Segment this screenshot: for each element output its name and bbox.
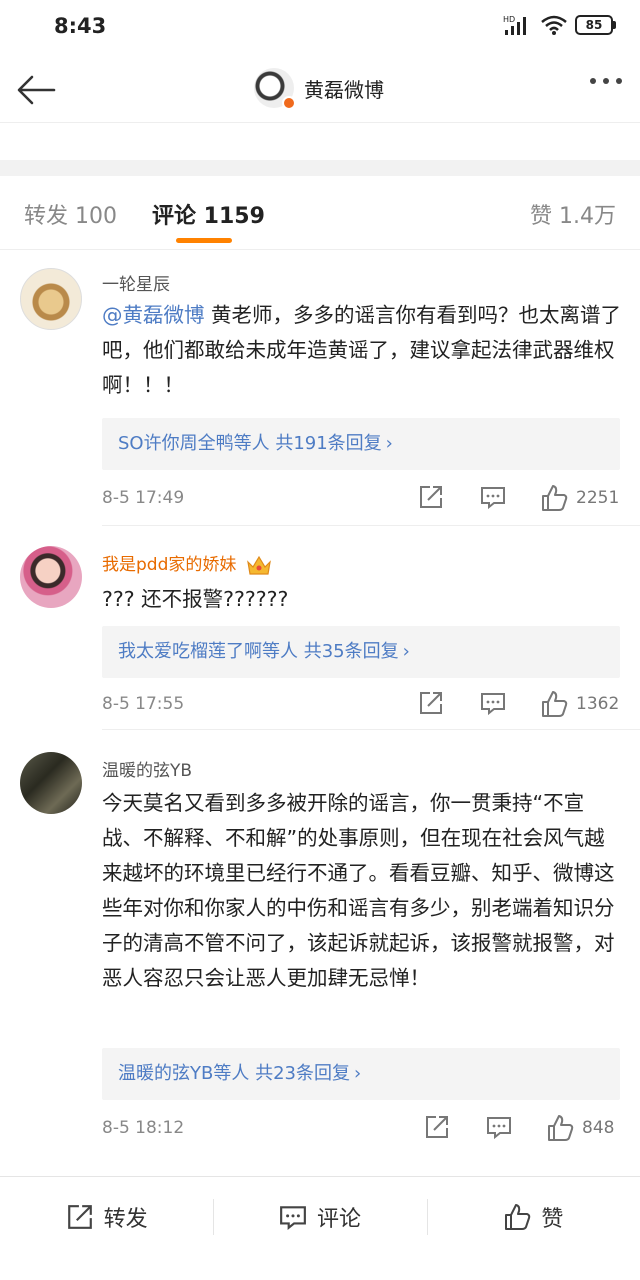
status-icons: HD 85 [503,14,616,36]
header-account[interactable]: 黄磊微博 [254,68,384,110]
comment-item: 一轮星辰 @黄磊微博 黄老师，多多的谣言你有看到吗？也太离谱了吧，他们都敢给未成… [0,250,640,526]
comment-text: 今天莫名又看到多多被开除的谣言，你一贯秉持“不宣战、不解释、不和解”的处事原则，… [102,791,615,990]
share-icon[interactable] [418,690,444,716]
chevron-right-icon: › [385,433,393,454]
tab-comments[interactable]: 评论 1159 [152,198,265,230]
tab-reposts[interactable]: 转发 100 [24,198,117,230]
comment-timestamp: 8-5 17:55 [102,694,185,714]
back-arrow-icon[interactable] [14,68,58,112]
comment-meta: 8-5 17:49 2251 [0,480,640,520]
comment-username[interactable]: 一轮星辰 [102,270,170,295]
comment-username[interactable]: 我是pdd家的娇妹 [102,550,272,576]
comment-item: 温暖的弦YB 今天莫名又看到多多被开除的谣言，你一贯秉持“不宣战、不解释、不和解… [0,730,640,1170]
comment-timestamp: 8-5 17:49 [102,488,185,508]
comment-text: @黄磊微博 黄老师，多多的谣言你有看到吗？也太离谱了吧，他们都敢给未成年造黄谣了… [102,298,622,403]
thumbs-up-icon [542,691,568,717]
comment-meta: 8-5 18:12 848 [0,1110,640,1150]
nav-header: 黄磊微博 [0,56,640,122]
comment-icon [280,1205,306,1230]
share-icon [67,1204,92,1229]
wifi-icon [541,15,567,35]
battery-icon: 85 [575,15,616,35]
comment-item: 我是pdd家的娇妹 ??? 还不报警?????? 我太爱吃榴莲了啊等人 共35条… [0,526,640,730]
comment-text: ??? 还不报警?????? [102,587,289,611]
chevron-right-icon: › [402,641,410,662]
thumbs-up-icon [505,1203,531,1230]
reply-icon[interactable] [480,484,506,510]
mention-link[interactable]: @黄磊微博 [102,303,205,327]
tab-likes[interactable]: 赞 1.4万 [530,198,616,230]
section-divider [0,160,640,176]
thumbs-up-icon [548,1115,574,1141]
active-tab-indicator [176,238,232,243]
status-bar: 8:43 HD 85 [0,0,640,56]
like-count: 2251 [576,488,620,508]
more-options-icon[interactable] [590,78,622,84]
reply-summary-text: SO许你周全鸭等人 共191条回复 [118,433,382,454]
reply-summary[interactable]: SO许你周全鸭等人 共191条回复 › [102,418,620,470]
crown-icon [246,555,271,575]
reply-icon[interactable] [480,690,506,716]
like-count: 848 [582,1118,615,1138]
repost-button[interactable]: 转发 [0,1177,213,1256]
comment-meta: 8-5 17:55 1362 [0,686,640,726]
tab-bar: 转发 100 评论 1159 赞 1.4万 [0,176,640,250]
divider [0,122,640,132]
comment-username-text: 我是pdd家的娇妹 [102,555,237,575]
comment-timestamp: 8-5 18:12 [102,1118,185,1138]
reply-icon[interactable] [486,1114,512,1140]
avatar[interactable] [20,546,82,608]
like-label: 赞 [541,1206,564,1232]
like-button[interactable]: 2251 [540,484,619,512]
avatar[interactable] [254,68,296,110]
like-count: 1362 [576,694,620,714]
reply-summary[interactable]: 温暖的弦YB等人 共23条回复 › [102,1048,620,1100]
bottom-action-bar: 转发 评论 赞 [0,1176,640,1256]
like-button[interactable]: 848 [546,1114,614,1142]
battery-level: 85 [575,15,613,35]
page-title: 黄磊微博 [304,77,384,102]
status-time: 8:43 [54,14,107,38]
verified-badge-icon [282,96,296,110]
avatar[interactable] [20,268,82,330]
share-icon[interactable] [418,484,444,510]
reply-summary-text: 我太爱吃榴莲了啊等人 共35条回复 [118,641,399,662]
like-button[interactable]: 赞 [426,1177,640,1256]
share-icon[interactable] [424,1114,450,1140]
chevron-right-icon: › [353,1063,362,1084]
reply-summary[interactable]: 我太爱吃榴莲了啊等人 共35条回复 › [102,626,620,678]
thumbs-up-icon [542,485,568,511]
reply-summary-text: 温暖的弦YB等人 共23条回复 [118,1063,350,1084]
like-button[interactable]: 1362 [540,690,619,718]
signal-icon: HD [503,15,526,35]
repost-label: 转发 [103,1206,148,1232]
avatar[interactable] [20,752,82,814]
comment-button[interactable]: 评论 [213,1177,426,1256]
comment-label: 评论 [316,1206,361,1232]
comment-username[interactable]: 温暖的弦YB [102,756,192,781]
network-type-label: HD [503,15,515,24]
